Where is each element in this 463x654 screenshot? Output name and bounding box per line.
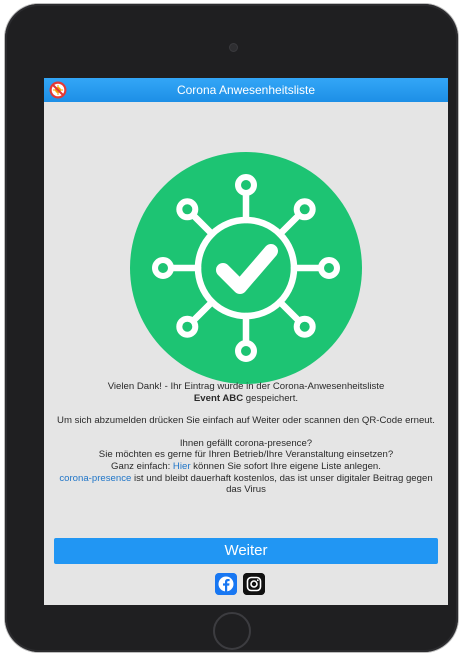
event-name: Event ABC — [193, 392, 244, 404]
tablet-frame: Corona Anwesenheitsliste Vielen Dank! - … — [5, 4, 458, 652]
app-screen: Corona Anwesenheitsliste Vielen Dank! - … — [44, 78, 448, 605]
corona-presence-link[interactable]: corona-presence — [59, 473, 131, 484]
continue-button[interactable]: Weiter — [54, 538, 438, 564]
home-button[interactable] — [213, 612, 251, 650]
camera-icon — [229, 43, 238, 52]
thanks-message: Vielen Dank! - Ihr Eintrag wurde in der … — [107, 381, 385, 404]
instagram-icon[interactable] — [243, 573, 265, 595]
social-links — [215, 573, 277, 595]
title-bar: Corona Anwesenheitsliste — [44, 78, 448, 102]
virus-check-icon — [130, 152, 362, 384]
here-link[interactable]: Hier — [173, 461, 191, 472]
app-title: Corona Anwesenheitsliste — [176, 83, 316, 97]
logout-hint: Um sich abzumelden drücken Sie einfach a… — [57, 415, 435, 427]
confirmation-messages: Vielen Dank! - Ihr Eintrag wurde in der … — [54, 381, 438, 496]
promo-text: Ihnen gefällt corona-presence? Sie möcht… — [59, 437, 433, 496]
facebook-icon[interactable] — [215, 573, 237, 595]
no-virus-icon — [49, 81, 67, 99]
